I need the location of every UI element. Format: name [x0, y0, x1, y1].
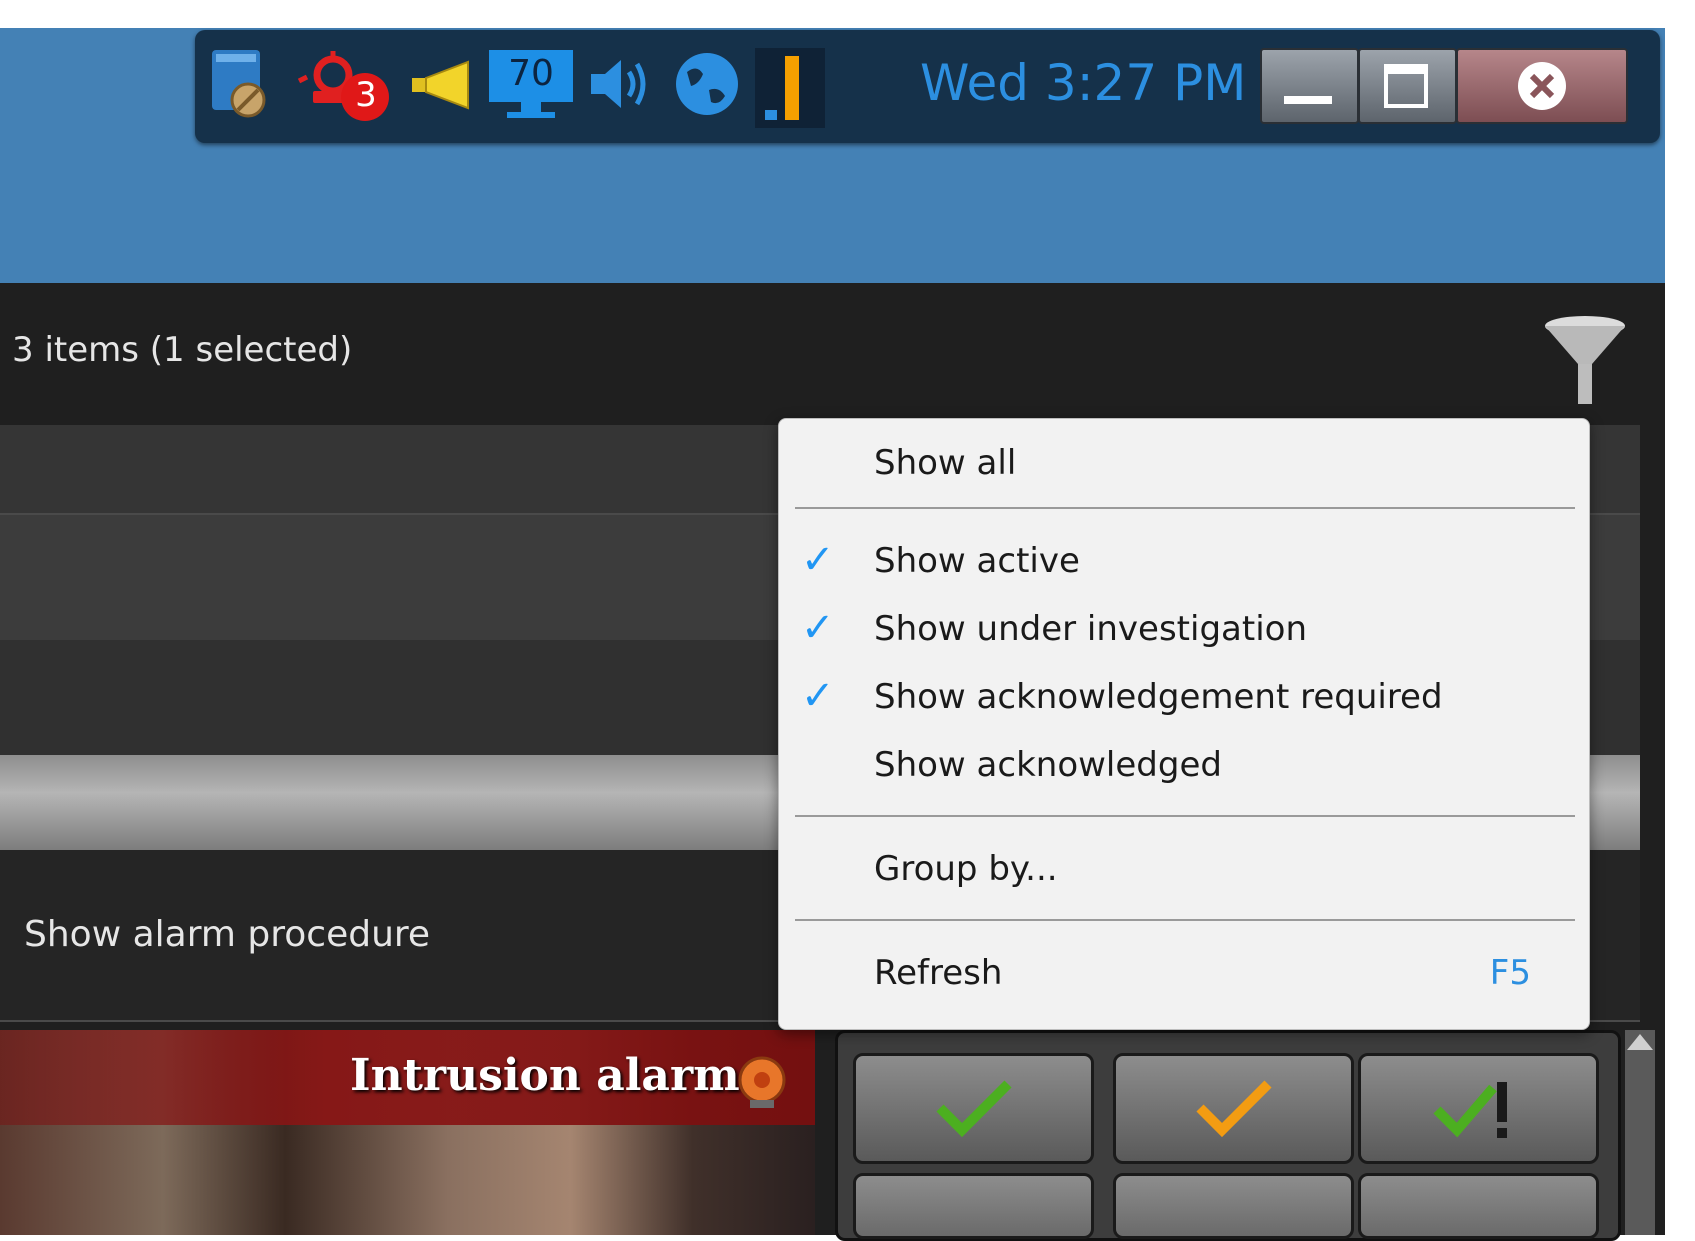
checkmark-icon: ✓ [801, 537, 835, 583]
maximize-button[interactable] [1358, 48, 1457, 124]
alarm-notification-icon[interactable]: 3 [295, 45, 400, 125]
check-exclamation-icon [1433, 1082, 1507, 1138]
alternate-acknowledge-button[interactable] [1113, 1053, 1354, 1164]
checkmark-icon: ✓ [801, 673, 835, 719]
green-check-icon [936, 1080, 1012, 1138]
refresh-shortcut-label: F5 [1489, 953, 1531, 993]
alarm-bell-icon [738, 1056, 786, 1108]
network-globe-icon[interactable] [673, 50, 741, 118]
action-button-row2-2[interactable] [1113, 1173, 1354, 1239]
menu-item-show-acknowledged[interactable]: Show acknowledged [874, 745, 1222, 785]
alarm-count-badge: 3 [355, 75, 377, 115]
monitor-icon[interactable]: 70 [487, 48, 575, 123]
menu-item-show-all[interactable]: Show all [874, 443, 1016, 483]
items-count-label: 3 items (1 selected) [12, 330, 353, 370]
menu-item-show-active[interactable]: Show active [874, 541, 1080, 581]
menu-item-show-ack-required[interactable]: Show acknowledgement required [874, 677, 1443, 717]
signal-level-icon[interactable] [755, 48, 825, 128]
menu-item-group-by[interactable]: Group by... [874, 849, 1058, 889]
acknowledge-button[interactable] [853, 1053, 1094, 1164]
menu-separator [795, 815, 1575, 817]
close-icon [1518, 62, 1566, 110]
action-button-row2-3[interactable] [1358, 1173, 1599, 1239]
tray-bar: 3 70 Wed 3:27 PM [195, 30, 1660, 143]
maximize-icon [1384, 64, 1428, 108]
video-alarm-title: Intrusion alarm [350, 1050, 740, 1101]
volume-icon[interactable] [587, 52, 657, 117]
clock-display: Wed 3:27 PM [920, 54, 1247, 112]
menu-separator [795, 919, 1575, 921]
menu-item-refresh[interactable]: Refresh [874, 953, 1002, 993]
action-button-row2-1[interactable] [853, 1173, 1094, 1239]
forced-acknowledge-button[interactable] [1358, 1053, 1599, 1164]
filter-funnel-icon [1545, 316, 1625, 404]
video-tile[interactable]: Intrusion alarm [0, 1030, 815, 1235]
scrollbar[interactable] [1625, 1030, 1655, 1235]
filter-context-menu: Show all ✓ Show active ✓ Show under inve… [778, 418, 1590, 1030]
app-window: 3 70 Wed 3:27 PM 3 items (1 selected) Sh… [0, 0, 1695, 1241]
alarm-action-panel [835, 1030, 1621, 1241]
menu-item-show-under-investigation[interactable]: Show under investigation [874, 609, 1307, 649]
filter-button[interactable] [1540, 312, 1630, 407]
show-alarm-procedure-link[interactable]: Show alarm procedure [24, 914, 430, 955]
horn-icon[interactable] [410, 58, 475, 113]
orange-check-icon [1196, 1080, 1272, 1138]
close-button[interactable] [1456, 48, 1628, 124]
monitor-value: 70 [508, 53, 554, 94]
security-center-icon[interactable] [210, 48, 275, 123]
menu-separator [795, 507, 1575, 509]
checkmark-icon: ✓ [801, 605, 835, 651]
minimize-button[interactable] [1260, 48, 1359, 124]
scroll-up-arrow-icon [1627, 1034, 1653, 1050]
minimize-icon [1284, 96, 1332, 104]
